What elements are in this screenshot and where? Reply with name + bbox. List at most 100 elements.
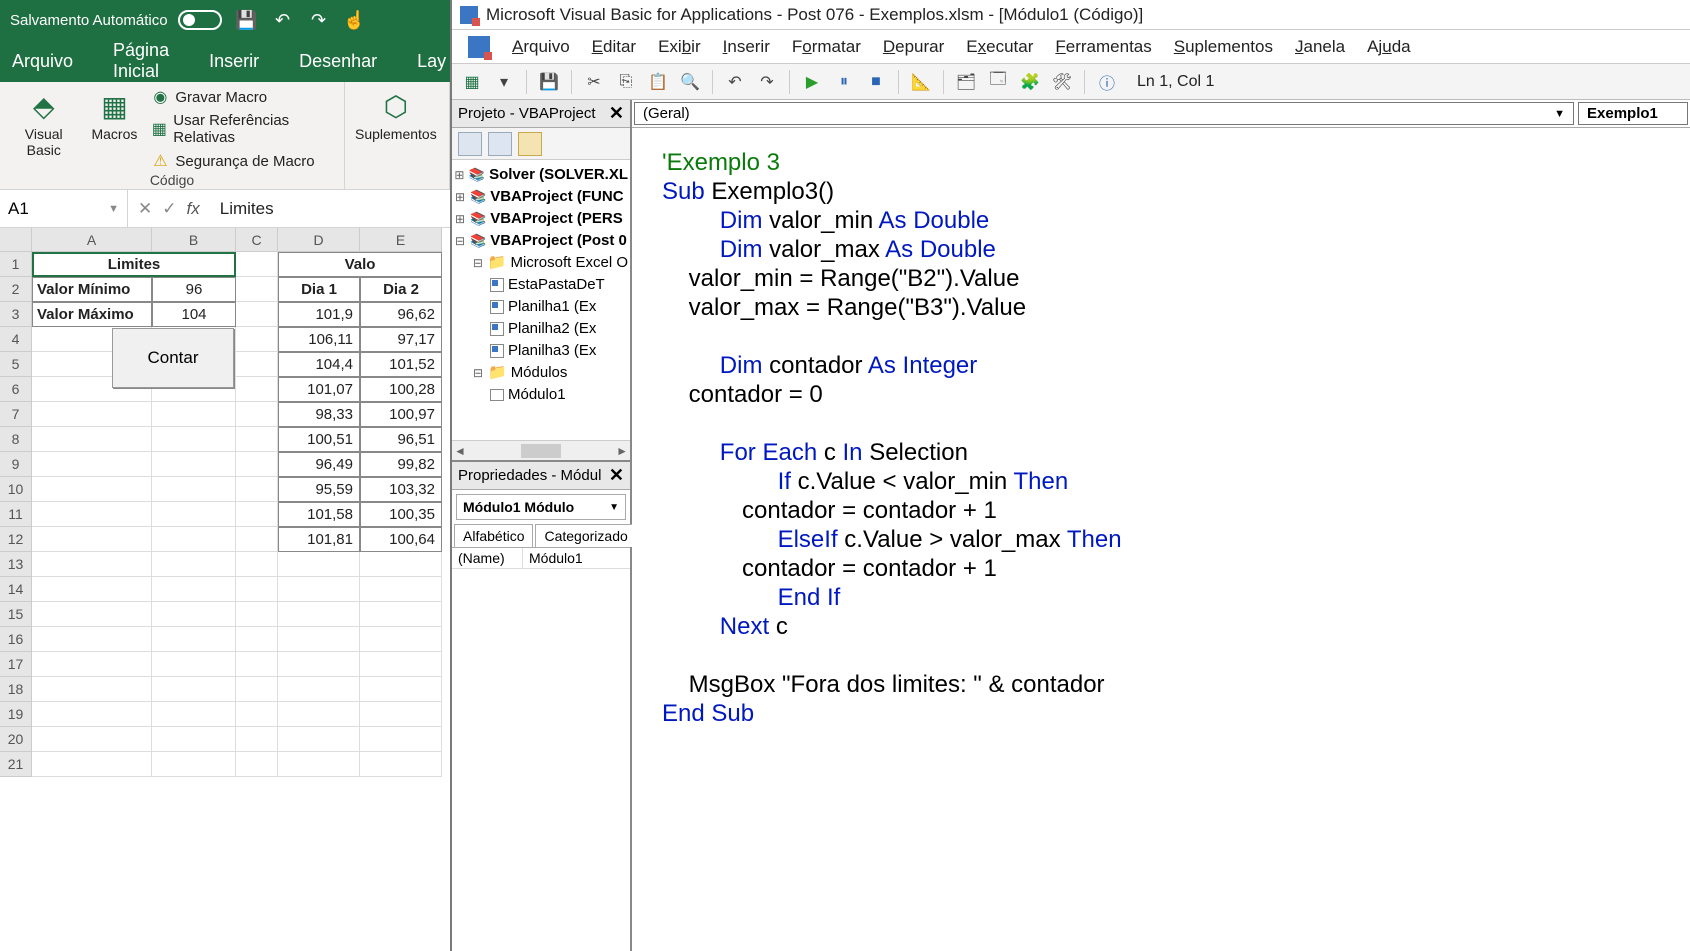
suplementos-button[interactable]: ⬡ Suplementos	[355, 88, 437, 142]
row-header[interactable]: 20	[0, 727, 32, 752]
cell[interactable]	[360, 702, 442, 727]
tree-sheet[interactable]: EstaPastaDeT	[508, 274, 605, 296]
cell[interactable]	[32, 702, 152, 727]
cell[interactable]	[360, 677, 442, 702]
cell[interactable]	[278, 602, 360, 627]
menu-depurar[interactable]: Depurar	[883, 37, 944, 57]
redo-icon[interactable]: ↷	[755, 70, 779, 94]
paste-icon[interactable]: 📋	[646, 70, 670, 94]
tab-desenhar[interactable]: Desenhar	[293, 43, 383, 80]
cell[interactable]	[32, 577, 152, 602]
cell[interactable]	[278, 652, 360, 677]
row-header[interactable]: 19	[0, 702, 32, 727]
tree-sheet[interactable]: Planilha3 (Ex	[508, 340, 596, 362]
tree-folder[interactable]: Módulos	[511, 362, 568, 384]
row-header[interactable]: 17	[0, 652, 32, 677]
object-dropdown[interactable]: (Geral)▼	[634, 102, 1574, 125]
col-header-a[interactable]: A	[32, 228, 152, 252]
gravar-macro-button[interactable]: ◉Gravar Macro	[151, 88, 334, 106]
cell[interactable]	[152, 627, 236, 652]
cell[interactable]: 96,62	[360, 302, 442, 327]
cell[interactable]	[152, 502, 236, 527]
menu-ajuda[interactable]: Ajuda	[1367, 37, 1411, 57]
cell[interactable]: Dia 1	[278, 277, 360, 302]
menu-suplementos[interactable]: Suplementos	[1174, 37, 1273, 57]
tab-layout[interactable]: Lay	[411, 43, 452, 80]
tree-sheet[interactable]: Planilha2 (Ex	[508, 318, 596, 340]
row-header[interactable]: 18	[0, 677, 32, 702]
excel-icon[interactable]: ▦	[460, 70, 484, 94]
cell[interactable]	[236, 377, 278, 402]
cell[interactable]	[236, 402, 278, 427]
cell[interactable]	[152, 702, 236, 727]
macros-button[interactable]: ▦ Macros	[91, 88, 137, 170]
menu-exibir[interactable]: Exibir	[658, 37, 701, 57]
tree-project[interactable]: VBAProject (PERS	[490, 208, 623, 230]
vba-app-icon[interactable]	[468, 36, 490, 58]
fx-icon[interactable]: fx	[187, 199, 200, 219]
cell[interactable]	[236, 527, 278, 552]
cell-a1[interactable]: Limites	[32, 252, 236, 277]
cell[interactable]	[236, 727, 278, 752]
row-header[interactable]: 9	[0, 452, 32, 477]
cell[interactable]	[236, 652, 278, 677]
touch-icon[interactable]: ☝	[344, 9, 366, 31]
tree-module[interactable]: Módulo1	[508, 384, 566, 406]
cell[interactable]: 104,4	[278, 352, 360, 377]
cell[interactable]	[152, 752, 236, 777]
cell[interactable]	[152, 552, 236, 577]
cell[interactable]: 97,17	[360, 327, 442, 352]
cell[interactable]	[278, 552, 360, 577]
confirm-icon[interactable]: ✓	[162, 199, 176, 219]
cell[interactable]	[278, 702, 360, 727]
usar-refs-button[interactable]: ▦Usar Referências Relativas	[151, 112, 334, 146]
menu-executar[interactable]: Executar	[966, 37, 1033, 57]
cell[interactable]	[236, 352, 278, 377]
row-header[interactable]: 16	[0, 627, 32, 652]
cell[interactable]	[32, 502, 152, 527]
row-header[interactable]: 11	[0, 502, 32, 527]
cell[interactable]	[236, 502, 278, 527]
cell[interactable]	[236, 627, 278, 652]
view-object-icon[interactable]	[488, 132, 512, 156]
cell[interactable]	[236, 677, 278, 702]
cell[interactable]: 100,28	[360, 377, 442, 402]
row-header[interactable]: 7	[0, 402, 32, 427]
cell[interactable]: 104	[152, 302, 236, 327]
undo-icon[interactable]: ↶	[723, 70, 747, 94]
view-code-icon[interactable]	[458, 132, 482, 156]
row-header[interactable]: 14	[0, 577, 32, 602]
tree-sheet[interactable]: Planilha1 (Ex	[508, 296, 596, 318]
tab-arquivo[interactable]: Arquivo	[6, 43, 79, 80]
cell[interactable]: 101,81	[278, 527, 360, 552]
cell[interactable]	[32, 602, 152, 627]
row-header[interactable]: 2	[0, 277, 32, 302]
cell[interactable]: 100,97	[360, 402, 442, 427]
cell[interactable]	[152, 577, 236, 602]
cell[interactable]: 96	[152, 277, 236, 302]
cell[interactable]	[32, 402, 152, 427]
tree-folder[interactable]: Microsoft Excel O	[510, 252, 628, 274]
menu-formatar[interactable]: Formatar	[792, 37, 861, 57]
cell[interactable]	[152, 427, 236, 452]
properties-object-select[interactable]: Módulo1 Módulo ▼	[456, 494, 626, 520]
cell[interactable]	[360, 727, 442, 752]
save-icon[interactable]: 💾	[537, 70, 561, 94]
undo-icon[interactable]: ↶	[272, 9, 294, 31]
cell[interactable]: 99,82	[360, 452, 442, 477]
menu-inserir[interactable]: Inserir	[723, 37, 770, 57]
cell[interactable]	[236, 427, 278, 452]
prop-value[interactable]: Módulo1	[522, 548, 630, 568]
cell[interactable]	[360, 602, 442, 627]
cell[interactable]: 96,49	[278, 452, 360, 477]
row-header[interactable]: 21	[0, 752, 32, 777]
cell[interactable]	[360, 752, 442, 777]
row-header[interactable]: 5	[0, 352, 32, 377]
cell[interactable]	[236, 327, 278, 352]
menu-ferramentas[interactable]: Ferramentas	[1055, 37, 1151, 57]
cell[interactable]	[236, 302, 278, 327]
cell[interactable]: 101,58	[278, 502, 360, 527]
cell[interactable]	[152, 602, 236, 627]
cell[interactable]	[32, 477, 152, 502]
close-icon[interactable]: ✕	[609, 103, 624, 124]
